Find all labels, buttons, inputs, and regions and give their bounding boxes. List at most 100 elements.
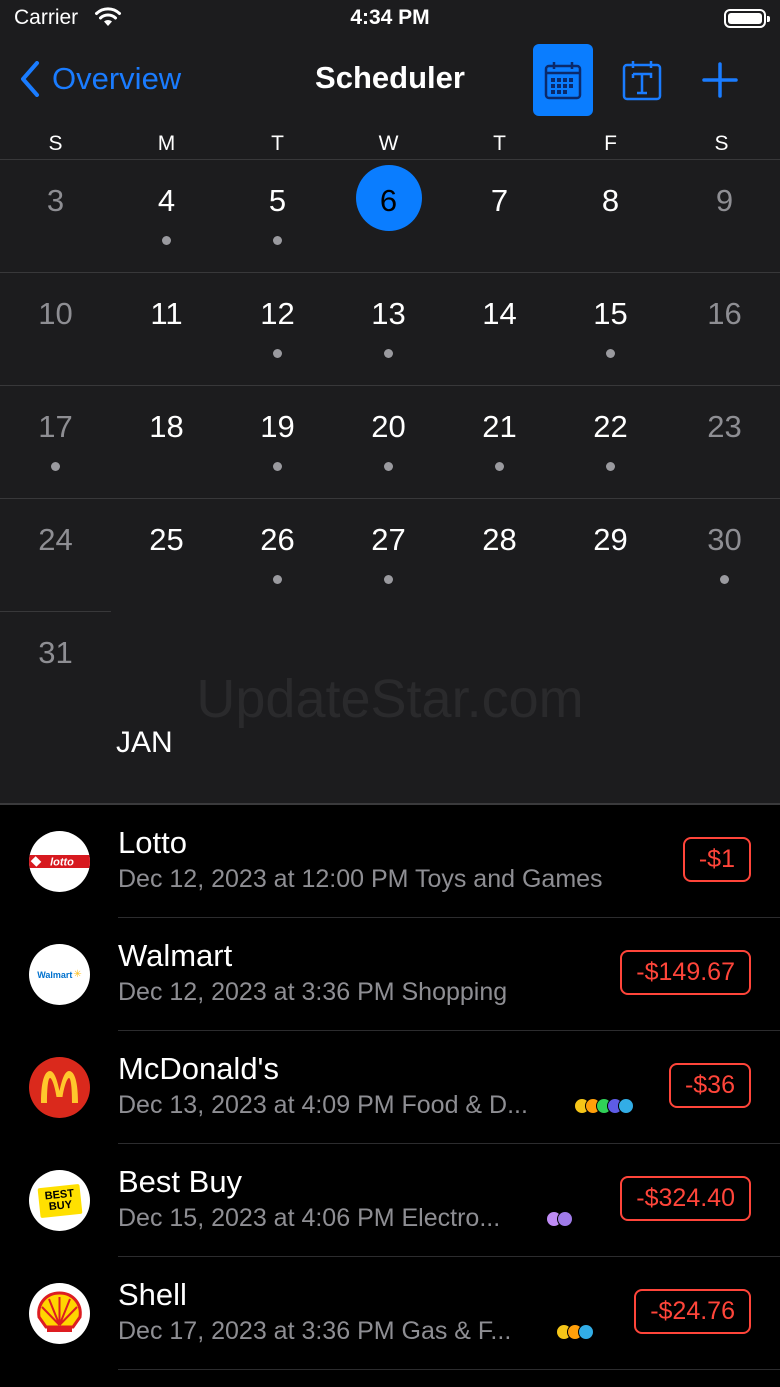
day-number: 8 <box>601 183 620 218</box>
back-button[interactable]: Overview <box>20 56 181 102</box>
calendar-day[interactable]: 16 <box>669 272 780 385</box>
calendar-day[interactable]: 28 <box>444 498 555 611</box>
transaction-name: Walmart <box>118 938 233 973</box>
day-number: 24 <box>38 522 73 557</box>
status-bar: Carrier 4:34 PM <box>0 0 780 40</box>
transaction-amount[interactable]: -$36 <box>668 1063 751 1108</box>
day-number: 15 <box>593 296 628 331</box>
day-number: 23 <box>707 409 742 444</box>
calendar-day[interactable]: 15 <box>555 272 666 385</box>
weekday-label: M <box>157 132 176 155</box>
svg-text:lotto: lotto <box>50 857 74 869</box>
day-number: 27 <box>371 522 406 557</box>
calendar-day[interactable]: 13 <box>333 272 444 385</box>
transaction-name: Shell <box>118 1277 187 1312</box>
day-number: 7 <box>490 183 509 218</box>
transaction-amount[interactable]: -$1 <box>682 837 751 882</box>
event-indicator-dot <box>51 462 60 471</box>
calendar-day[interactable]: 30 <box>669 498 780 611</box>
mcdonalds-logo-icon <box>29 1057 90 1118</box>
day-number: 9 <box>715 183 734 218</box>
day-number: 22 <box>593 409 628 444</box>
day-number: 28 <box>482 522 517 557</box>
calendar-day[interactable]: 12 <box>222 272 333 385</box>
calendar-day[interactable]: 29 <box>555 498 666 611</box>
transaction-row[interactable]: Shell Dec 17, 2023 at 3:36 PM Gas & F...… <box>0 1257 780 1370</box>
category-tags <box>556 1324 594 1340</box>
calendar-day[interactable]: 25 <box>111 498 222 611</box>
day-number: 3 <box>46 183 65 218</box>
day-number: 30 <box>707 522 742 557</box>
day-number: 14 <box>482 296 517 331</box>
walmart-spark-icon: ✳ <box>73 969 82 980</box>
calendar-day[interactable]: 26 <box>222 498 333 611</box>
calendar-day[interactable]: 19 <box>222 385 333 498</box>
add-button[interactable] <box>700 58 740 102</box>
day-number: 4 <box>157 183 176 218</box>
calendar-day[interactable]: 8 <box>555 159 666 272</box>
day-number: 5 <box>268 183 287 218</box>
battery-icon <box>724 9 770 28</box>
transaction-row[interactable]: McDonald's Dec 13, 2023 at 4:09 PM Food … <box>0 1031 780 1144</box>
calendar-day-selected[interactable]: 6 <box>333 159 444 272</box>
plus-icon <box>702 62 738 98</box>
bestbuy-logo-icon: BEST BUY <box>29 1170 90 1231</box>
calendar-day[interactable]: 23 <box>669 385 780 498</box>
calendar-day[interactable]: 5 <box>222 159 333 272</box>
calendar-day[interactable]: 22 <box>555 385 666 498</box>
transaction-amount[interactable]: -$324.40 <box>620 1176 751 1221</box>
calendar-day[interactable]: 24 <box>0 498 111 611</box>
weekday-label: T <box>493 132 506 155</box>
watermark: UpdateStar.com <box>196 669 584 729</box>
calendar-day[interactable]: 18 <box>111 385 222 498</box>
calendar-grid-icon <box>544 62 582 100</box>
transaction-name: Lotto <box>118 825 187 860</box>
transaction-subtitle: Dec 12, 2023 at 3:36 PM Shopping <box>118 978 508 1006</box>
calendar-day[interactable]: 20 <box>333 385 444 498</box>
category-tag-dot <box>557 1211 573 1227</box>
transaction-row[interactable]: Walmart ✳ Walmart Dec 12, 2023 at 3:36 P… <box>0 918 780 1031</box>
status-time: 4:34 PM <box>350 6 430 29</box>
transaction-row[interactable]: BEST BUY Best Buy Dec 15, 2023 at 4:06 P… <box>0 1144 780 1257</box>
event-indicator-dot <box>162 236 171 245</box>
day-number: 11 <box>150 296 183 331</box>
transaction-name: Best Buy <box>118 1164 243 1199</box>
calendar-day[interactable]: 4 <box>111 159 222 272</box>
category-tags <box>574 1098 634 1114</box>
day-number: 12 <box>260 296 295 331</box>
day-number: 17 <box>38 409 73 444</box>
calendar-day[interactable]: 14 <box>444 272 555 385</box>
transaction-row[interactable]: lotto Lotto Dec 12, 2023 at 12:00 PM Toy… <box>0 805 780 918</box>
calendar-day[interactable]: 27 <box>333 498 444 611</box>
text-view-button[interactable] <box>614 52 670 108</box>
transaction-subtitle: Dec 17, 2023 at 3:36 PM Gas & F... <box>118 1317 512 1345</box>
walmart-logo-icon: Walmart ✳ <box>29 944 90 1005</box>
day-number: 29 <box>593 522 628 557</box>
calendar-day[interactable]: 17 <box>0 385 111 498</box>
day-number: 21 <box>482 409 517 444</box>
bestbuy-logo-text: BEST BUY <box>43 1187 75 1213</box>
calendar-day[interactable]: 21 <box>444 385 555 498</box>
day-number: 6 <box>379 183 398 218</box>
day-number: 10 <box>38 296 73 331</box>
bestbuy-tag-shape: BEST BUY <box>37 1183 82 1218</box>
calendar-day[interactable]: 3 <box>0 159 111 272</box>
calendar-view-button[interactable] <box>533 44 593 116</box>
chevron-left-icon <box>21 61 39 97</box>
calendar-day[interactable]: 7 <box>444 159 555 272</box>
day-number: 16 <box>707 296 742 331</box>
event-indicator-dot <box>273 575 282 584</box>
calendar-day[interactable]: 10 <box>0 272 111 385</box>
row-divider <box>118 1369 780 1370</box>
back-button-label: Overview <box>52 61 182 96</box>
text-t-icon <box>622 61 662 101</box>
event-indicator-dot <box>384 575 393 584</box>
weekday-label: S <box>714 132 729 155</box>
day-number: 18 <box>149 409 184 444</box>
calendar-day[interactable]: 9 <box>669 159 780 272</box>
calendar-day[interactable]: 11 <box>111 272 222 385</box>
transaction-amount[interactable]: -$149.67 <box>620 950 751 995</box>
event-indicator-dot <box>720 575 729 584</box>
transaction-amount[interactable]: -$24.76 <box>634 1289 751 1334</box>
event-indicator-dot <box>273 462 282 471</box>
